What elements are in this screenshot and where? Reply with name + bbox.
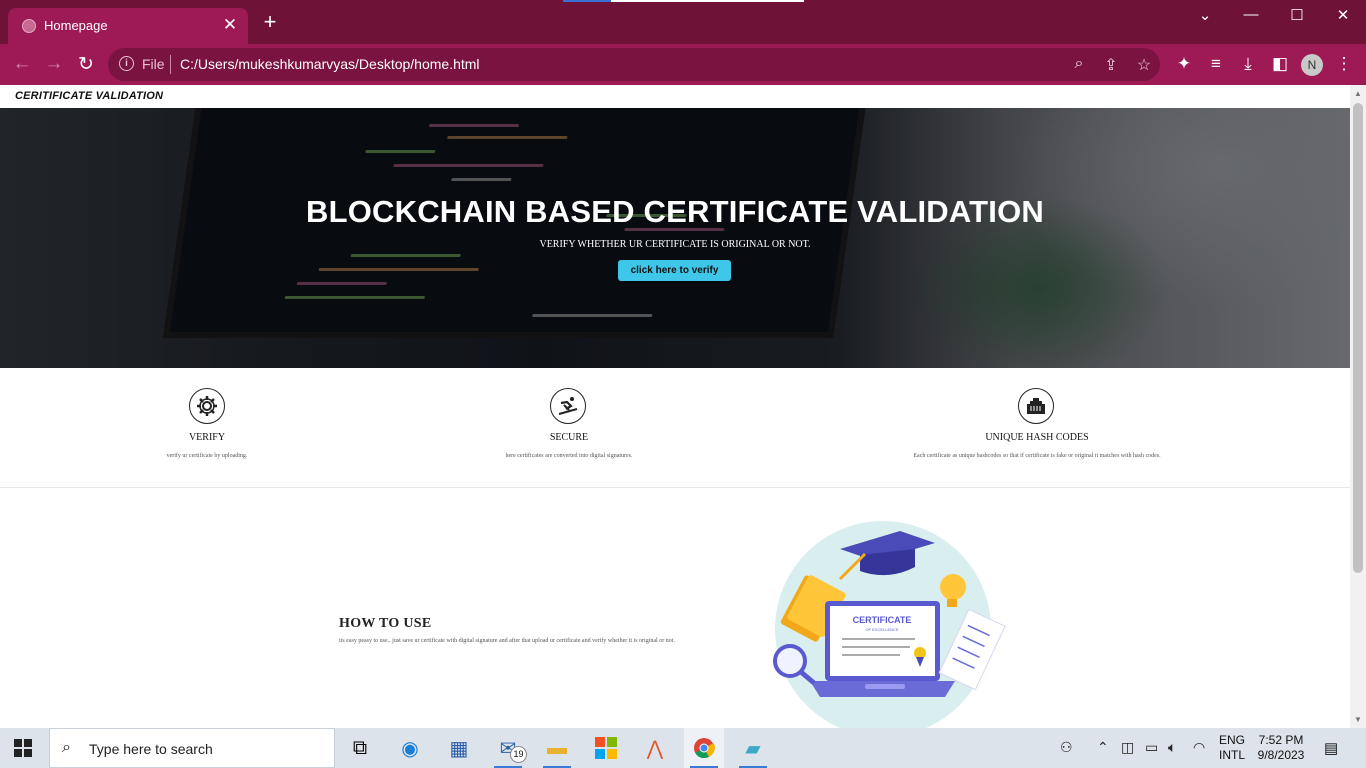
profile-avatar[interactable]: N (1301, 54, 1323, 76)
scheme-label: File (142, 56, 165, 72)
clock-time: 7:52 PM (1258, 733, 1304, 747)
share-icon[interactable]: ⇪ (1101, 55, 1121, 75)
minimize-button[interactable]: — (1236, 6, 1266, 23)
url-text[interactable]: C:/Users/mukeshkumarvyas/Desktop/home.ht… (180, 56, 480, 72)
feature-verify: VERIFY verify ur certificate by uploadin… (107, 368, 307, 488)
acrobat-icon[interactable]: ⋀ (635, 728, 675, 768)
wifi-icon[interactable]: ◠ (1193, 739, 1205, 756)
tab-homepage[interactable]: Homepage ✕ (8, 8, 248, 44)
address-bar[interactable]: i File C:/Users/mukeshkumarvyas/Desktop/… (108, 48, 1160, 81)
howto-title: HOW TO USE (339, 616, 432, 631)
site-header: CERITIFICATE VALIDATION (0, 85, 1350, 108)
skier-icon (550, 388, 586, 424)
new-tab-button[interactable]: + (258, 11, 282, 33)
loading-indicator-track (611, 0, 804, 2)
ethernet-port-icon (1018, 388, 1054, 424)
edge-browser-icon[interactable]: ◉ (390, 728, 430, 768)
download-icon[interactable]: ⤓ (1237, 54, 1259, 74)
lang-line1: ENG (1219, 733, 1246, 747)
chrome-icon[interactable] (684, 728, 724, 768)
verify-button[interactable]: click here to verify (618, 260, 731, 281)
search-placeholder: Type here to search (89, 741, 213, 757)
browser-toolbar: ← → ↻ i File C:/Users/mukeshkumarvyas/De… (0, 44, 1366, 85)
certificate-illustration: CERTIFICATE OF EXCELLENCE (773, 521, 1006, 728)
media-control-icon[interactable]: ≡ (1205, 54, 1227, 74)
file-explorer-icon[interactable]: ▬ (537, 728, 577, 768)
atom-gear-icon (189, 388, 225, 424)
clock-date: 9/8/2023 (1257, 748, 1305, 762)
microsoft-office-icon[interactable] (586, 728, 626, 768)
tab-title: Homepage (44, 18, 108, 33)
how-to-use-section: HOW TO USE its easy peasy to use.. just … (0, 489, 1350, 728)
browser-titlebar: Homepage ✕ + ⌄ — ☐ ✕ (0, 0, 1366, 44)
mail-icon[interactable]: ✉ 19 (488, 728, 528, 768)
feature-desc: verify ur certificate by uploading. (166, 453, 248, 459)
menu-kebab-icon[interactable]: ⋮ (1333, 54, 1355, 74)
feature-title: UNIQUE HASH CODES (985, 432, 1089, 443)
certificate-title: CERTIFICATE (853, 615, 912, 625)
search-icon: ⌕ (62, 739, 71, 756)
volume-icon[interactable]: 🔈︎ (1168, 739, 1176, 756)
page-viewport: CERITIFICATE VALIDATION BLOCKCHAIN BASED… (0, 85, 1350, 728)
tab-search-icon[interactable]: ⌄ (1190, 6, 1220, 24)
site-brand[interactable]: CERITIFICATE VALIDATION (15, 90, 163, 102)
feature-title: VERIFY (188, 432, 226, 443)
feature-desc: here certificates are converted into dig… (505, 453, 633, 459)
back-button[interactable]: ← (10, 53, 34, 75)
windows-taskbar: ⌕ Type here to search ⧉ ◉ ▦ ✉ 19 ▬ ⋀ ▰ ⚇ … (0, 728, 1366, 768)
extensions-icon[interactable]: ✦ (1173, 54, 1195, 74)
scroll-down-arrow[interactable]: ▼ (1353, 715, 1363, 724)
people-icon[interactable]: ⚇ (1060, 739, 1073, 756)
bookmark-star-icon[interactable]: ☆ (1134, 55, 1154, 75)
feature-title: SECURE (549, 432, 589, 443)
mail-badge: 19 (510, 746, 527, 763)
system-clock[interactable]: 7:52 PM 9/8/2023 (1254, 733, 1308, 763)
hero-subtitle: VERIFY WHETHER UR CERTIFICATE IS ORIGINA… (539, 239, 811, 250)
hero-overlay (0, 108, 1350, 368)
maximize-button[interactable]: ☐ (1282, 6, 1312, 24)
store-icon[interactable]: ▦ (439, 728, 479, 768)
certificate-subtitle: OF EXCELLENCE (865, 627, 898, 632)
chevron-up-icon[interactable]: ⌃ (1097, 739, 1109, 756)
forward-button[interactable]: → (42, 53, 66, 75)
close-window-button[interactable]: ✕ (1328, 6, 1358, 24)
page-scrollbar[interactable]: ▲ ▼ (1350, 85, 1366, 728)
reload-button[interactable]: ↻ (74, 53, 98, 76)
taskbar-search[interactable]: ⌕ Type here to search (49, 728, 335, 768)
battery-icon[interactable]: ▭ (1145, 739, 1158, 756)
notification-icon[interactable]: ▤ (1324, 739, 1338, 757)
feature-desc: Each certificate as unique hashcodes so … (913, 453, 1161, 459)
hero-title: BLOCKCHAIN BASED CERTIFICATE VALIDATION (306, 194, 1044, 229)
hero-section: BLOCKCHAIN BASED CERTIFICATE VALIDATION … (0, 108, 1350, 368)
features-section: VERIFY verify ur certificate by uploadin… (0, 368, 1350, 488)
info-icon[interactable]: i (119, 56, 134, 71)
language-indicator[interactable]: ENG INTL (1219, 733, 1245, 763)
loading-indicator (563, 0, 611, 2)
feature-hash-codes: UNIQUE HASH CODES Each certificate as un… (837, 368, 1237, 488)
scroll-up-arrow[interactable]: ▲ (1353, 89, 1363, 98)
globe-icon (22, 19, 36, 33)
zoom-icon[interactable]: ⌕ (1069, 55, 1089, 73)
divider (170, 55, 171, 74)
windows-start-icon[interactable] (14, 739, 32, 757)
notepad-icon[interactable]: ▰ (733, 728, 773, 768)
howto-desc: its easy peasy to use.. just save ur cer… (339, 638, 675, 644)
side-panel-icon[interactable]: ◧ (1269, 54, 1291, 74)
close-tab-icon[interactable]: ✕ (220, 15, 240, 35)
meet-now-icon[interactable]: ◫ (1121, 739, 1134, 756)
lang-line2: INTL (1219, 748, 1246, 762)
feature-secure: SECURE here certificates are converted i… (419, 368, 719, 488)
task-view-icon[interactable]: ⧉ (340, 728, 380, 768)
scrollbar-thumb[interactable] (1353, 103, 1363, 573)
